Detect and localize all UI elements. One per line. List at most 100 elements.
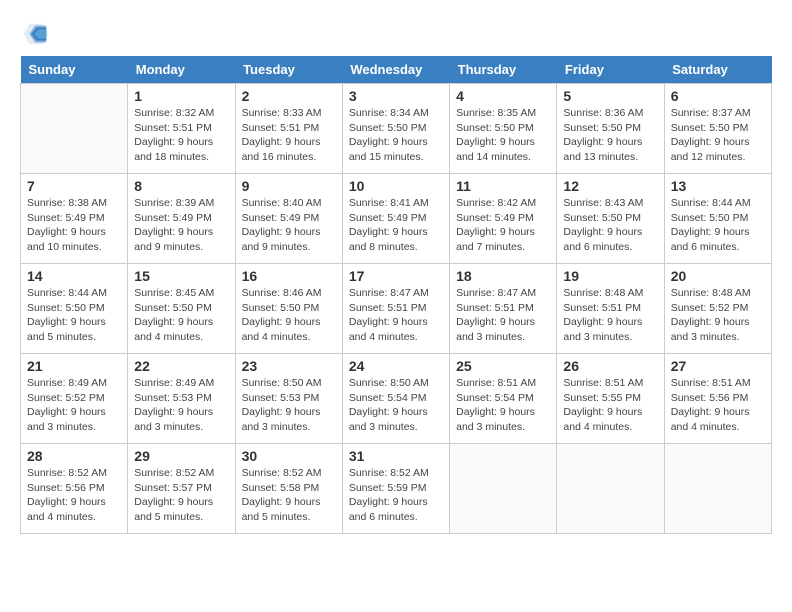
calendar-day-cell: 31 Sunrise: 8:52 AMSunset: 5:59 PMDayligh… [342,444,449,534]
day-info: Sunrise: 8:43 AMSunset: 5:50 PMDaylight:… [563,196,657,255]
day-number: 20 [671,268,765,284]
day-number: 18 [456,268,550,284]
day-info: Sunrise: 8:49 AMSunset: 5:53 PMDaylight:… [134,376,228,435]
day-info: Sunrise: 8:33 AMSunset: 5:51 PMDaylight:… [242,106,336,165]
day-number: 19 [563,268,657,284]
day-number: 30 [242,448,336,464]
calendar-day-cell: 24 Sunrise: 8:50 AMSunset: 5:54 PMDayligh… [342,354,449,444]
day-info: Sunrise: 8:52 AMSunset: 5:58 PMDaylight:… [242,466,336,525]
weekday-header: Sunday [21,56,128,84]
calendar-day-cell: 7 Sunrise: 8:38 AMSunset: 5:49 PMDaylight… [21,174,128,264]
day-number: 26 [563,358,657,374]
day-info: Sunrise: 8:36 AMSunset: 5:50 PMDaylight:… [563,106,657,165]
day-number: 13 [671,178,765,194]
day-info: Sunrise: 8:47 AMSunset: 5:51 PMDaylight:… [456,286,550,345]
day-info: Sunrise: 8:50 AMSunset: 5:54 PMDaylight:… [349,376,443,435]
day-info: Sunrise: 8:48 AMSunset: 5:51 PMDaylight:… [563,286,657,345]
calendar-day-cell [21,84,128,174]
day-info: Sunrise: 8:49 AMSunset: 5:52 PMDaylight:… [27,376,121,435]
calendar-day-cell: 19 Sunrise: 8:48 AMSunset: 5:51 PMDayligh… [557,264,664,354]
calendar-day-cell: 23Sunrise: 8:50 AMSunset: 5:53 PMDayligh… [235,354,342,444]
logo [20,20,50,48]
day-number: 16 [242,268,336,284]
calendar-day-cell: 14 Sunrise: 8:44 AMSunset: 5:50 PMDayligh… [21,264,128,354]
calendar-day-cell: 13 Sunrise: 8:44 AMSunset: 5:50 PMDayligh… [664,174,771,264]
calendar-day-cell: 15 Sunrise: 8:45 AMSunset: 5:50 PMDayligh… [128,264,235,354]
day-info: Sunrise: 8:35 AMSunset: 5:50 PMDaylight:… [456,106,550,165]
weekday-header: Monday [128,56,235,84]
day-info: Sunrise: 8:52 AMSunset: 5:59 PMDaylight:… [349,466,443,525]
calendar-day-cell [450,444,557,534]
day-info: Sunrise: 8:40 AMSunset: 5:49 PMDaylight:… [242,196,336,255]
day-info: Sunrise: 8:44 AMSunset: 5:50 PMDaylight:… [671,196,765,255]
day-number: 29 [134,448,228,464]
calendar-day-cell: 16 Sunrise: 8:46 AMSunset: 5:50 PMDayligh… [235,264,342,354]
day-info: Sunrise: 8:37 AMSunset: 5:50 PMDaylight:… [671,106,765,165]
day-number: 8 [134,178,228,194]
calendar-table: SundayMondayTuesdayWednesdayThursdayFrid… [20,56,772,534]
day-info: Sunrise: 8:51 AMSunset: 5:56 PMDaylight:… [671,376,765,435]
day-number: 9 [242,178,336,194]
logo-icon [22,20,50,48]
day-number: 3 [349,88,443,104]
weekday-header: Tuesday [235,56,342,84]
day-info: Sunrise: 8:39 AMSunset: 5:49 PMDaylight:… [134,196,228,255]
calendar-day-cell: 9 Sunrise: 8:40 AMSunset: 5:49 PMDaylight… [235,174,342,264]
calendar-day-cell: 29Sunrise: 8:52 AMSunset: 5:57 PMDayligh… [128,444,235,534]
day-number: 22 [134,358,228,374]
calendar-day-cell: 25 Sunrise: 8:51 AMSunset: 5:54 PMDayligh… [450,354,557,444]
day-info: Sunrise: 8:44 AMSunset: 5:50 PMDaylight:… [27,286,121,345]
calendar-day-cell: 17 Sunrise: 8:47 AMSunset: 5:51 PMDayligh… [342,264,449,354]
day-info: Sunrise: 8:32 AMSunset: 5:51 PMDaylight:… [134,106,228,165]
calendar-day-cell: 5 Sunrise: 8:36 AMSunset: 5:50 PMDaylight… [557,84,664,174]
calendar-day-cell: 1Sunrise: 8:32 AMSunset: 5:51 PMDaylight… [128,84,235,174]
day-info: Sunrise: 8:38 AMSunset: 5:49 PMDaylight:… [27,196,121,255]
day-info: Sunrise: 8:50 AMSunset: 5:53 PMDaylight:… [242,376,336,435]
day-info: Sunrise: 8:42 AMSunset: 5:49 PMDaylight:… [456,196,550,255]
calendar-day-cell: 27 Sunrise: 8:51 AMSunset: 5:56 PMDayligh… [664,354,771,444]
day-number: 7 [27,178,121,194]
day-info: Sunrise: 8:46 AMSunset: 5:50 PMDaylight:… [242,286,336,345]
day-number: 17 [349,268,443,284]
calendar-day-cell: 21 Sunrise: 8:49 AMSunset: 5:52 PMDayligh… [21,354,128,444]
page-header [20,20,772,48]
day-number: 21 [27,358,121,374]
day-info: Sunrise: 8:45 AMSunset: 5:50 PMDaylight:… [134,286,228,345]
calendar-day-cell: 4 Sunrise: 8:35 AMSunset: 5:50 PMDaylight… [450,84,557,174]
calendar-week-row: 1Sunrise: 8:32 AMSunset: 5:51 PMDaylight… [21,84,772,174]
day-number: 10 [349,178,443,194]
day-number: 31 [349,448,443,464]
weekday-header: Saturday [664,56,771,84]
day-number: 27 [671,358,765,374]
day-info: Sunrise: 8:34 AMSunset: 5:50 PMDaylight:… [349,106,443,165]
calendar-day-cell: 11 Sunrise: 8:42 AMSunset: 5:49 PMDayligh… [450,174,557,264]
calendar-day-cell: 20Sunrise: 8:48 AMSunset: 5:52 PMDayligh… [664,264,771,354]
day-number: 12 [563,178,657,194]
calendar-day-cell: 8 Sunrise: 8:39 AMSunset: 5:49 PMDaylight… [128,174,235,264]
calendar-day-cell: 18 Sunrise: 8:47 AMSunset: 5:51 PMDayligh… [450,264,557,354]
day-info: Sunrise: 8:51 AMSunset: 5:54 PMDaylight:… [456,376,550,435]
day-number: 14 [27,268,121,284]
day-number: 2 [242,88,336,104]
day-number: 4 [456,88,550,104]
calendar-day-cell: 30 Sunrise: 8:52 AMSunset: 5:58 PMDayligh… [235,444,342,534]
day-number: 11 [456,178,550,194]
calendar-day-cell: 22 Sunrise: 8:49 AMSunset: 5:53 PMDayligh… [128,354,235,444]
day-number: 6 [671,88,765,104]
day-number: 5 [563,88,657,104]
calendar-day-cell [664,444,771,534]
calendar-day-cell: 26 Sunrise: 8:51 AMSunset: 5:55 PMDayligh… [557,354,664,444]
day-number: 24 [349,358,443,374]
calendar-day-cell: 2 Sunrise: 8:33 AMSunset: 5:51 PMDaylight… [235,84,342,174]
calendar-week-row: 28Sunrise: 8:52 AMSunset: 5:56 PMDayligh… [21,444,772,534]
day-number: 15 [134,268,228,284]
day-info: Sunrise: 8:51 AMSunset: 5:55 PMDaylight:… [563,376,657,435]
weekday-header: Friday [557,56,664,84]
calendar-week-row: 21 Sunrise: 8:49 AMSunset: 5:52 PMDayligh… [21,354,772,444]
day-info: Sunrise: 8:47 AMSunset: 5:51 PMDaylight:… [349,286,443,345]
day-info: Sunrise: 8:41 AMSunset: 5:49 PMDaylight:… [349,196,443,255]
weekday-header: Wednesday [342,56,449,84]
day-number: 25 [456,358,550,374]
calendar-day-cell: 3 Sunrise: 8:34 AMSunset: 5:50 PMDaylight… [342,84,449,174]
weekday-header-row: SundayMondayTuesdayWednesdayThursdayFrid… [21,56,772,84]
